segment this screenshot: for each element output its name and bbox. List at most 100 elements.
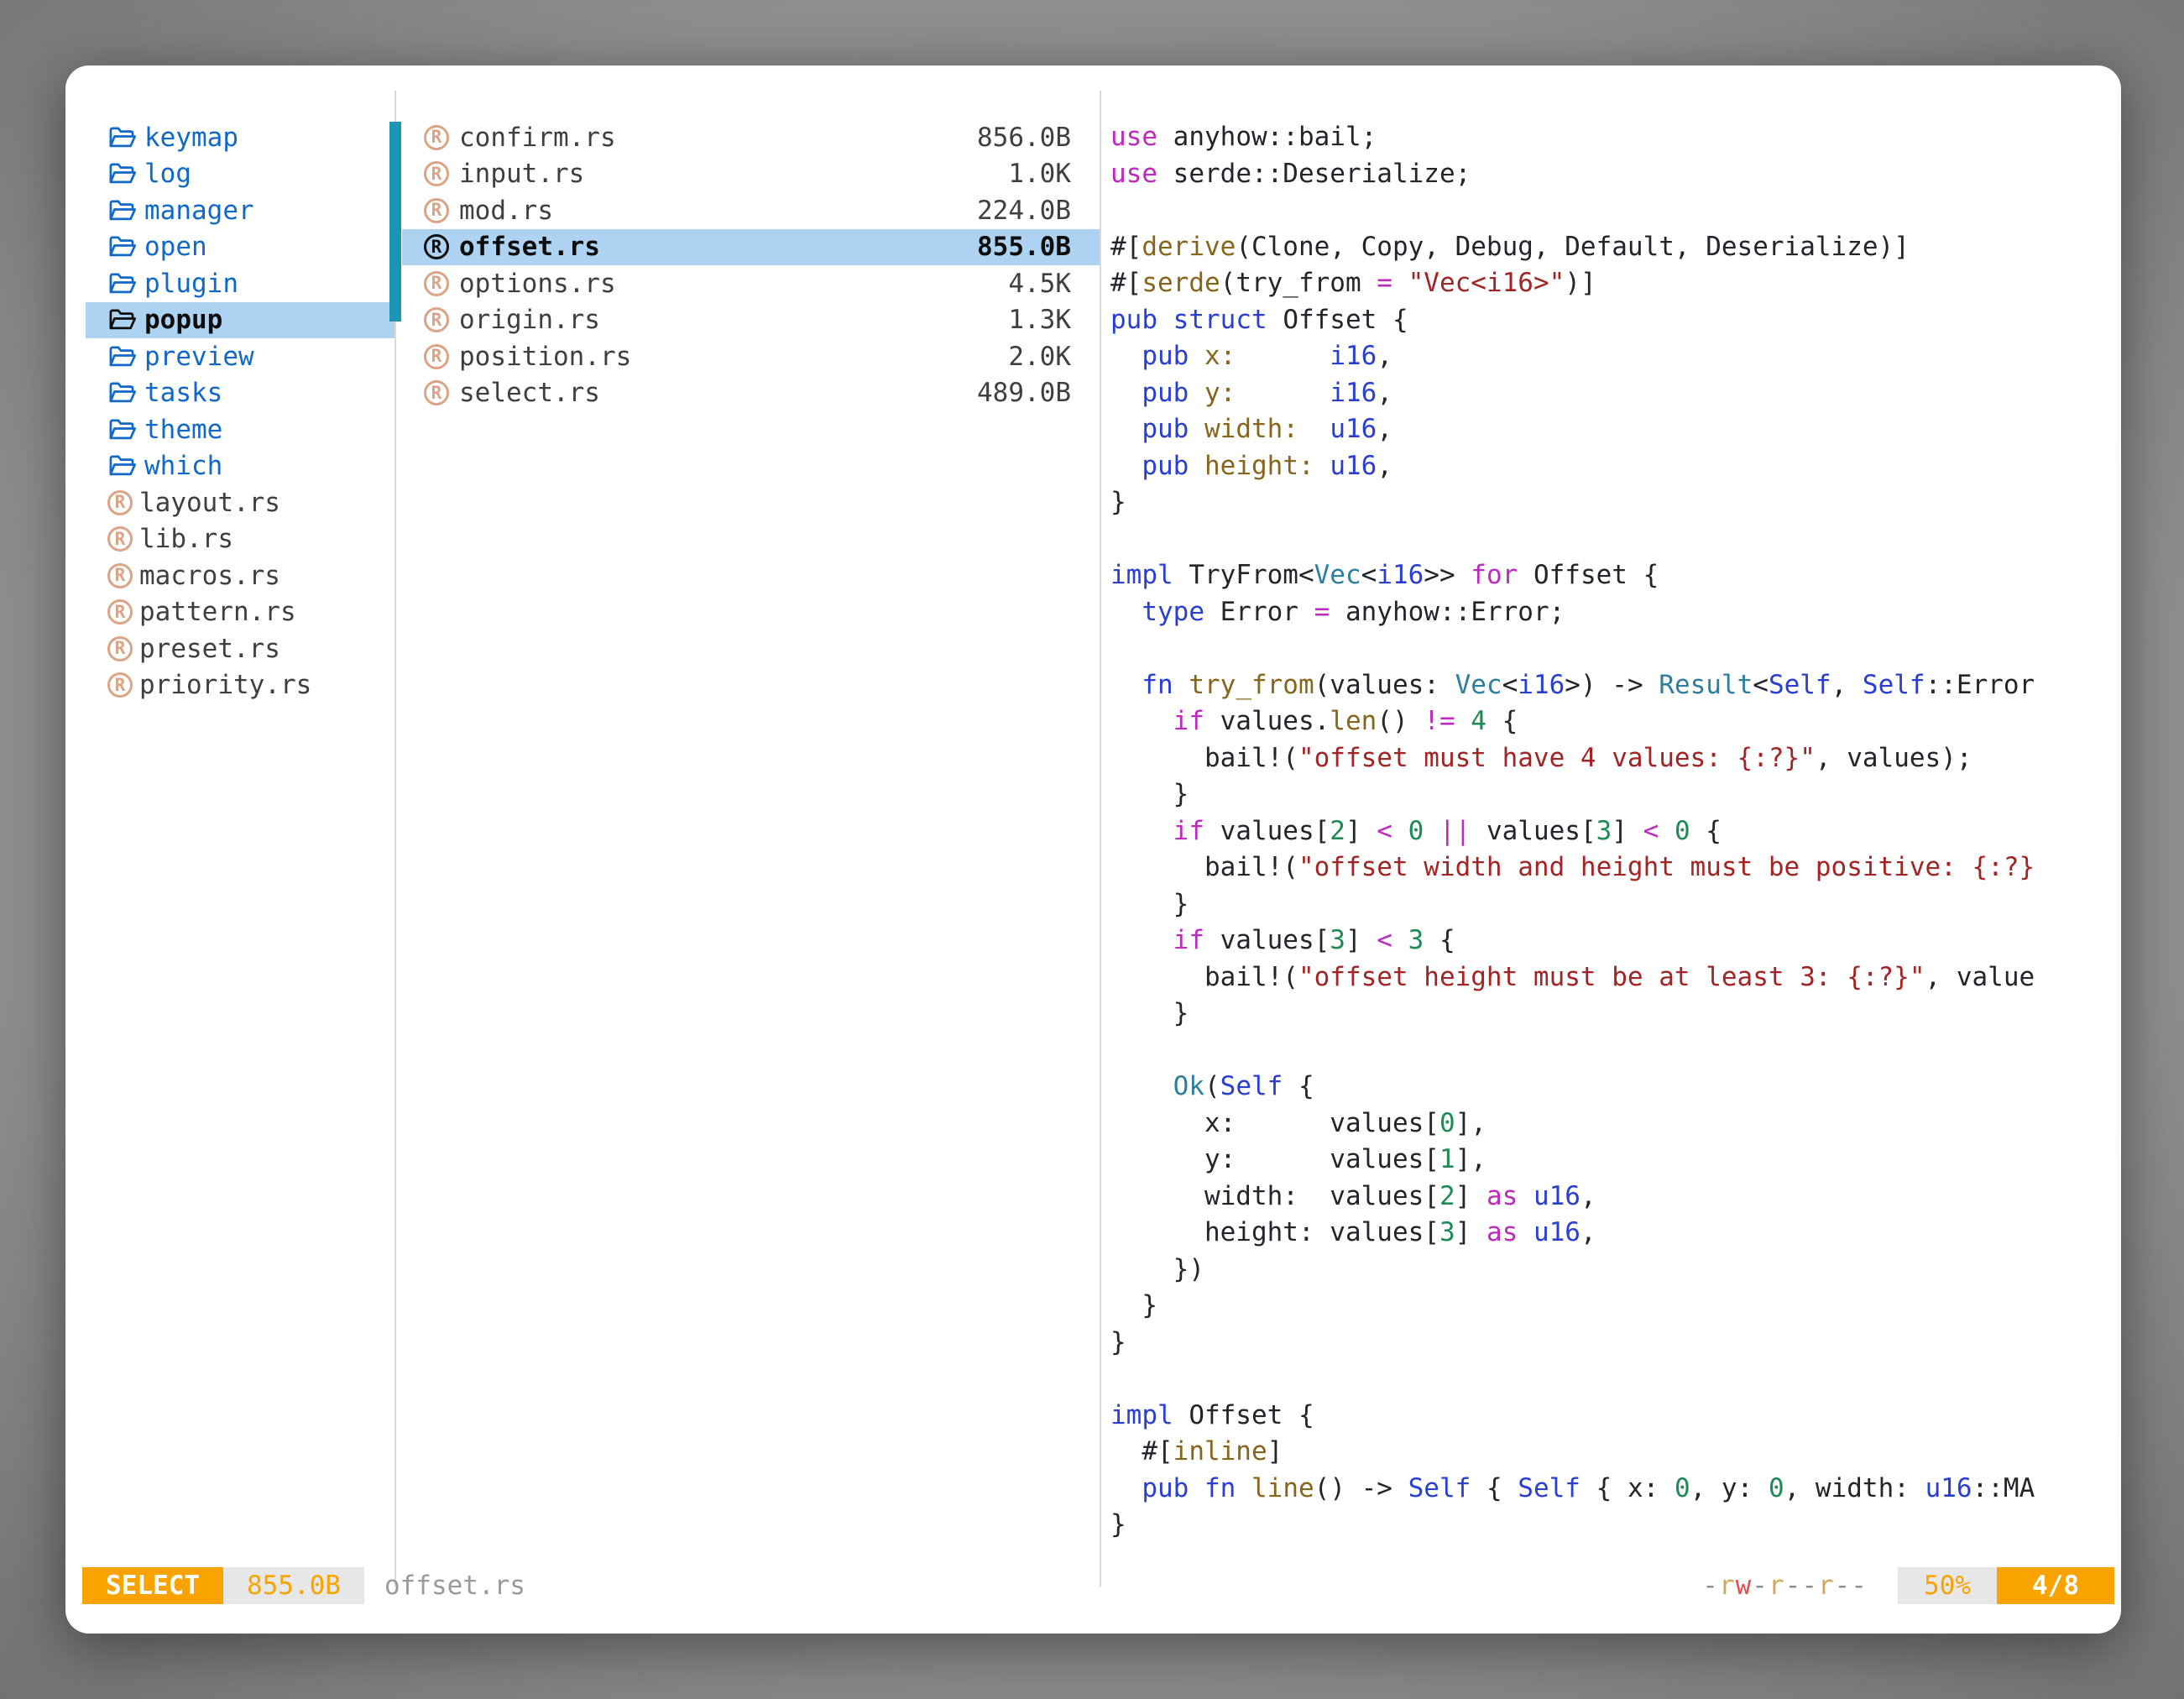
- code-line: }: [1110, 776, 2121, 813]
- rust-file-icon: R: [424, 344, 449, 369]
- sidebar-item-manager[interactable]: manager: [86, 192, 394, 229]
- sidebar-item-label: priority.rs: [139, 670, 311, 700]
- sidebar-item-tasks[interactable]: tasks: [86, 375, 394, 412]
- sidebar-item-label: pattern.rs: [139, 597, 296, 627]
- code-line: pub height: u16,: [1110, 448, 2121, 485]
- file-row-mod-rs[interactable]: Rmod.rs 224.0B: [402, 192, 1100, 229]
- sidebar-item-label: preset.rs: [139, 634, 280, 664]
- sidebar-item-label: layout.rs: [139, 488, 280, 518]
- current-pane-indicator: [389, 122, 401, 322]
- sidebar-item-plugin[interactable]: plugin: [86, 265, 394, 302]
- file-name: origin.rs: [459, 305, 998, 335]
- file-name: confirm.rs: [459, 123, 967, 153]
- code-line: type Error = anyhow::Error;: [1110, 594, 2121, 631]
- file-size: 2.0K: [1008, 342, 1071, 372]
- sidebar-item-label: tasks: [144, 378, 222, 408]
- file-preview-pane: use anyhow::bail;use serde::Deserialize;…: [1110, 119, 2121, 1550]
- folder-open-icon: [107, 232, 138, 262]
- mode-badge: SELECT: [82, 1567, 223, 1604]
- file-size: 1.3K: [1008, 305, 1071, 335]
- file-size: 1.0K: [1008, 159, 1071, 189]
- file-row-origin-rs[interactable]: Rorigin.rs1.3K: [402, 302, 1100, 339]
- folder-open-icon: [107, 451, 138, 481]
- code-line: #[derive(Clone, Copy, Debug, Default, De…: [1110, 229, 2121, 266]
- code-line: }: [1110, 1507, 2121, 1544]
- file-name: select.rs: [459, 378, 967, 408]
- code-line: pub struct Offset {: [1110, 302, 2121, 339]
- code-line: width: values[2] as u16,: [1110, 1179, 2121, 1215]
- code-line: fn try_from(values: Vec<i16>) -> Result<…: [1110, 667, 2121, 704]
- folder-open-icon: [107, 378, 138, 408]
- rust-file-icon: R: [424, 234, 449, 259]
- rust-file-icon: R: [424, 271, 449, 296]
- rust-file-icon: R: [424, 198, 449, 223]
- file-row-position-rs[interactable]: Rposition.rs 2.0K: [402, 338, 1100, 375]
- file-size: 856.0B: [977, 123, 1071, 153]
- folder-open-icon: [107, 196, 138, 226]
- sidebar-item-preset-rs[interactable]: Rpreset.rs: [86, 630, 394, 667]
- file-size: 855.0B: [977, 232, 1071, 262]
- folder-open-icon: [107, 123, 138, 153]
- rust-file-icon: R: [424, 125, 449, 150]
- scroll-percent-badge: 50%: [1898, 1567, 1997, 1604]
- file-name: offset.rs: [459, 232, 967, 262]
- sidebar-item-label: plugin: [144, 269, 238, 299]
- code-line: }: [1110, 886, 2121, 923]
- file-row-select-rs[interactable]: Rselect.rs 489.0B: [402, 375, 1100, 412]
- cursor-position-badge: 4/8: [1997, 1567, 2114, 1604]
- sidebar-item-label: theme: [144, 415, 222, 445]
- sidebar-item-lib-rs[interactable]: Rlib.rs: [86, 521, 394, 558]
- code-line: #[serde(try_from = "Vec<i16>")]: [1110, 265, 2121, 302]
- sidebar-item-preview[interactable]: preview: [86, 338, 394, 375]
- sidebar-item-label: manager: [144, 196, 254, 226]
- file-row-confirm-rs[interactable]: Rconfirm.rs 856.0B: [402, 119, 1100, 156]
- code-line: [1110, 192, 2121, 229]
- sidebar-item-keymap[interactable]: keymap: [86, 119, 394, 156]
- sidebar-item-label: lib.rs: [139, 524, 233, 554]
- sidebar-item-label: keymap: [144, 123, 238, 153]
- rust-file-icon: R: [424, 380, 449, 405]
- rust-file-icon: R: [107, 563, 133, 588]
- sidebar-item-label: log: [144, 159, 191, 189]
- rust-file-icon: R: [107, 672, 133, 698]
- code-line: bail!("offset must have 4 values: {:?}",…: [1110, 740, 2121, 777]
- folder-open-icon: [107, 415, 138, 445]
- sidebar-item-popup[interactable]: popup: [86, 302, 394, 339]
- code-line: }): [1110, 1252, 2121, 1289]
- current-directory-pane: Rconfirm.rs 856.0B Rinput.rs 1.0K Rmod.rs 224…: [402, 119, 1100, 411]
- file-size: 489.0B: [977, 378, 1071, 408]
- sidebar-item-theme[interactable]: theme: [86, 411, 394, 448]
- file-row-options-rs[interactable]: Roptions.rs4.5K: [402, 265, 1100, 302]
- file-size: 4.5K: [1008, 269, 1071, 299]
- code-line: bail!("offset width and height must be p…: [1110, 850, 2121, 886]
- file-name: position.rs: [459, 342, 998, 372]
- sidebar-item-log[interactable]: log: [86, 156, 394, 193]
- code-line: if values[3] < 3 {: [1110, 923, 2121, 959]
- sidebar-item-layout-rs[interactable]: Rlayout.rs: [86, 484, 394, 521]
- file-row-offset-rs[interactable]: Roffset.rs 855.0B: [402, 229, 1100, 266]
- file-size: 224.0B: [977, 196, 1071, 226]
- code-line: pub x: i16,: [1110, 338, 2121, 375]
- code-line: }: [1110, 484, 2121, 521]
- file-name: input.rs: [459, 159, 998, 189]
- sidebar-item-open[interactable]: open: [86, 229, 394, 266]
- code-line: Ok(Self {: [1110, 1069, 2121, 1106]
- file-permissions: -rw-r--r--: [1702, 1571, 1868, 1601]
- file-name: mod.rs: [459, 196, 967, 226]
- sidebar-item-pattern-rs[interactable]: Rpattern.rs: [86, 594, 394, 631]
- sidebar-item-priority-rs[interactable]: Rpriority.rs: [86, 667, 394, 704]
- pane-separator-right: [1100, 91, 1101, 1587]
- code-line: [1110, 1032, 2121, 1069]
- sidebar-item-macros-rs[interactable]: Rmacros.rs: [86, 557, 394, 594]
- sidebar-item-which[interactable]: which: [86, 448, 394, 485]
- file-size-badge: 855.0B: [223, 1567, 364, 1604]
- code-line: }: [1110, 1325, 2121, 1362]
- rust-file-icon: R: [107, 490, 133, 515]
- file-row-input-rs[interactable]: Rinput.rs 1.0K: [402, 156, 1100, 193]
- code-line: y: values[1],: [1110, 1142, 2121, 1179]
- code-line: pub fn line() -> Self { Self { x: 0, y: …: [1110, 1471, 2121, 1508]
- sidebar-item-label: popup: [144, 305, 222, 335]
- code-line: impl Offset {: [1110, 1398, 2121, 1435]
- code-line: if values.len() != 4 {: [1110, 703, 2121, 740]
- rust-file-icon: R: [424, 161, 449, 186]
